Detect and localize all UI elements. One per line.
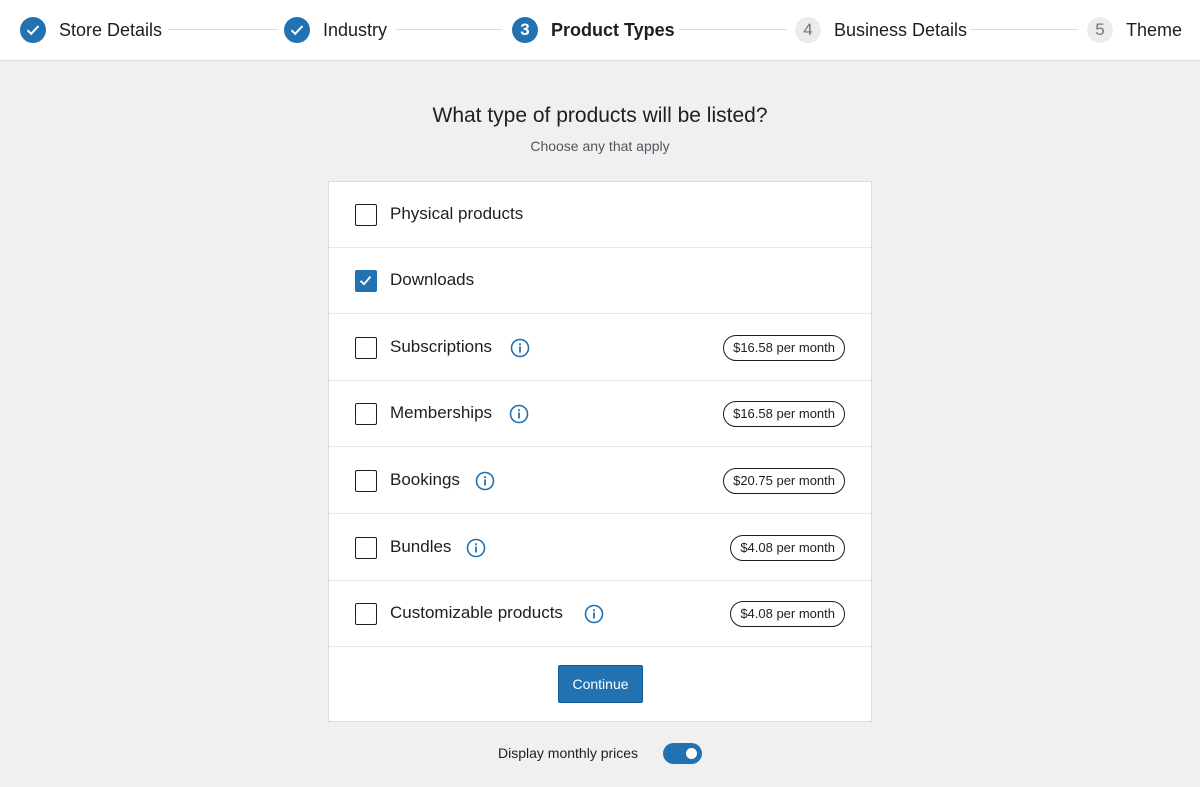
step-label: Business Details (834, 19, 968, 40)
step-label: Theme (1126, 19, 1183, 40)
price-badge: $4.08 per month (730, 535, 845, 561)
checkbox[interactable] (355, 470, 377, 492)
step-number: 4 (795, 17, 821, 43)
step-theme[interactable]: 5 Theme (1087, 16, 1182, 44)
price-badge: $4.08 per month (730, 601, 845, 627)
option-label: Customizable products (390, 603, 563, 622)
product-types-card: Physical products Downloads Subscription… (328, 181, 872, 722)
step-number: 5 (1087, 17, 1113, 43)
step-connector (168, 29, 278, 30)
option-label: Downloads (390, 270, 475, 289)
continue-button[interactable]: Continue (558, 665, 643, 703)
step-connector (970, 29, 1078, 30)
checkbox[interactable] (355, 204, 377, 226)
option-label: Memberships (390, 403, 493, 422)
step-label: Store Details (59, 19, 163, 40)
checkbox[interactable] (355, 403, 377, 425)
info-icon[interactable] (509, 404, 529, 424)
step-label: Product Types (551, 19, 675, 40)
checkbox-checked[interactable] (355, 270, 377, 292)
monthly-prices-toggle-row: Display monthly prices (0, 743, 1200, 765)
step-number: 3 (512, 17, 538, 43)
info-icon[interactable] (510, 338, 530, 358)
product-option-downloads[interactable]: Downloads (329, 248, 871, 314)
step-connector (679, 29, 787, 30)
step-complete-check-icon (284, 17, 310, 43)
checkbox[interactable] (355, 537, 377, 559)
price-badge: $20.75 per month (723, 468, 845, 494)
price-badge: $16.58 per month (723, 401, 845, 427)
price-badge: $16.58 per month (723, 335, 845, 361)
product-option-memberships[interactable]: Memberships $16.58 per month (329, 381, 871, 447)
page-subheading: Choose any that apply (530, 138, 670, 154)
product-option-subscriptions[interactable]: Subscriptions $16.58 per month (329, 315, 871, 381)
step-connector (396, 29, 502, 30)
product-option-bundles[interactable]: Bundles $4.08 per month (329, 515, 871, 581)
step-label: Industry (323, 19, 388, 40)
info-icon[interactable] (584, 604, 604, 624)
monthly-prices-toggle[interactable] (663, 743, 702, 764)
option-label: Physical products (390, 204, 524, 223)
info-icon[interactable] (466, 538, 486, 558)
step-industry[interactable]: Industry (284, 16, 387, 44)
toggle-label: Display monthly prices (498, 745, 639, 761)
product-option-customizable-products[interactable]: Customizable products $4.08 per month (329, 581, 871, 647)
setup-stepper: Store Details Industry 3 Product Types 4… (0, 0, 1200, 61)
option-label: Bookings (390, 470, 460, 489)
checkbox[interactable] (355, 337, 377, 359)
option-label: Bundles (390, 537, 452, 556)
page-heading: What type of products will be listed? (432, 104, 768, 127)
step-complete-check-icon (20, 17, 46, 43)
toggle-knob (686, 748, 697, 759)
checkbox[interactable] (355, 603, 377, 625)
option-label: Subscriptions (390, 337, 493, 356)
step-store-details[interactable]: Store Details (20, 16, 162, 44)
step-product-types[interactable]: 3 Product Types (512, 16, 675, 44)
step-business-details[interactable]: 4 Business Details (795, 16, 967, 44)
checkmark-icon (359, 275, 372, 286)
info-icon[interactable] (475, 471, 495, 491)
product-option-physical-products[interactable]: Physical products (329, 182, 871, 248)
product-option-bookings[interactable]: Bookings $20.75 per month (329, 448, 871, 514)
